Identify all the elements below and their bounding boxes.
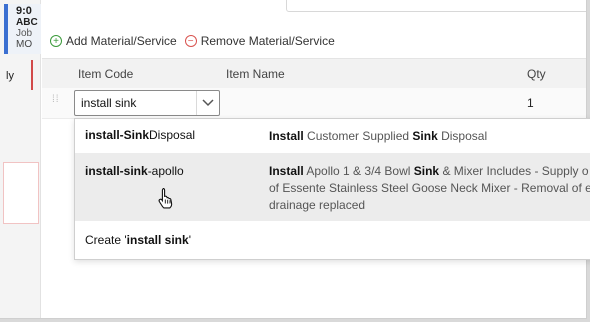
job-card-time: 9:0 <box>16 5 32 17</box>
item-code-select[interactable]: install sink <box>74 90 220 116</box>
hand-pointer-icon <box>158 187 173 209</box>
dropdown-option-highlighted[interactable]: install-sink-apollo Install Apollo 1 & 3… <box>75 153 590 221</box>
top-input[interactable] <box>286 0 586 12</box>
item-code-value: install sink <box>81 96 137 110</box>
job-card-client: ABC <box>16 17 38 28</box>
add-material-label: Add Material/Service <box>66 34 177 48</box>
side-text: ly <box>6 70 14 82</box>
materials-toolbar: + Add Material/Service − Remove Material… <box>42 28 586 54</box>
chevron-down-icon[interactable] <box>196 91 219 115</box>
remove-material-button[interactable]: − Remove Material/Service <box>184 34 335 48</box>
job-card[interactable]: 9:0 ABC Job MO <box>4 4 41 54</box>
header-item-name: Item Name <box>226 67 285 81</box>
qty-value[interactable]: 1 <box>527 96 534 110</box>
drag-handle-icon[interactable]: ⁞⁞ <box>52 95 60 107</box>
option-description: Install Apollo 1 & 3/4 Bowl Sink & Mixer… <box>269 164 590 212</box>
table-header: Item Code Item Name Qty <box>42 58 586 90</box>
header-qty: Qty <box>527 67 546 81</box>
job-card-label: Job <box>16 28 33 39</box>
item-code-dropdown: install-SinkDisposal Install Customer Su… <box>74 118 590 260</box>
minus-circle-icon: − <box>184 35 197 47</box>
remove-material-label: Remove Material/Service <box>200 34 335 48</box>
add-material-button[interactable]: + Add Material/Service <box>50 34 177 48</box>
job-card-extra: MO <box>16 39 33 50</box>
option-description: Install Customer Supplied Sink Disposal <box>269 129 488 143</box>
side-accent-bar <box>31 60 33 90</box>
header-item-code: Item Code <box>78 67 134 81</box>
create-option[interactable]: Create 'install sink' <box>75 221 590 259</box>
background-panel: 9:0 ABC Job MO ly <box>0 0 41 318</box>
dropdown-option[interactable]: install-SinkDisposal Install Customer Su… <box>75 119 590 153</box>
plus-circle-icon: + <box>50 35 62 47</box>
create-option-label: Create 'install sink' <box>85 233 191 247</box>
side-box <box>3 162 39 224</box>
option-code: install-sink-apollo <box>85 164 184 178</box>
option-code: install-SinkDisposal <box>85 128 196 142</box>
table-row: ⁞⁞ install sink 1 <box>42 88 586 119</box>
